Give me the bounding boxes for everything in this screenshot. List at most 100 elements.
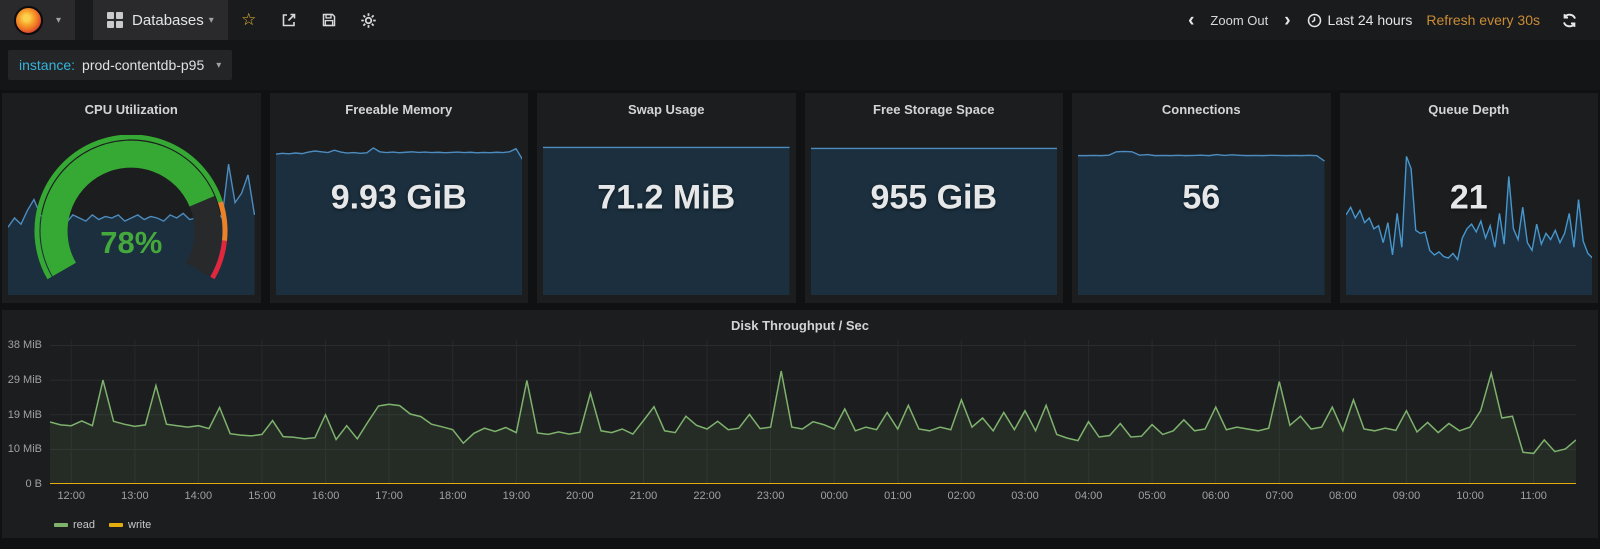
stat-value: 955 GiB: [805, 179, 1064, 218]
grafana-logo-icon: [14, 6, 43, 35]
gear-icon: [360, 12, 377, 29]
panel-freeable-memory: Freeable Memory 9.93 GiB: [270, 93, 529, 303]
save-icon: [321, 12, 337, 28]
refresh-interval-picker[interactable]: Refresh every 30s: [1426, 12, 1540, 28]
instance-variable-value: prod-contentdb-p95: [82, 57, 204, 73]
sparkline: [543, 141, 790, 295]
panel-title[interactable]: Freeable Memory: [270, 93, 529, 119]
x-tick-label: 06:00: [1202, 490, 1230, 502]
chevron-down-icon: ▾: [56, 15, 61, 26]
panel-title[interactable]: Queue Depth: [1340, 93, 1599, 119]
legend-color-write: [109, 523, 123, 527]
top-navbar: ▾ Databases ▾ ☆ ‹ Z: [0, 0, 1600, 40]
panel-free-storage-space: Free Storage Space 955 GiB: [805, 93, 1064, 303]
x-tick-label: 09:00: [1393, 490, 1421, 502]
clock-icon: [1307, 13, 1322, 28]
stat-value: 71.2 MiB: [537, 179, 796, 218]
x-tick-label: 19:00: [503, 490, 531, 502]
instance-variable-label: instance:: [19, 57, 75, 73]
y-tick-label: 0 B: [25, 478, 42, 490]
time-shift-forward-button[interactable]: ›: [1282, 11, 1292, 30]
share-dashboard-button[interactable]: [274, 6, 304, 34]
time-range-label: Last 24 hours: [1328, 12, 1413, 28]
chevron-down-icon: ▾: [216, 60, 221, 71]
zoom-out-button[interactable]: Zoom Out: [1210, 13, 1268, 28]
dashboard-settings-button[interactable]: [354, 6, 384, 34]
panel-title[interactable]: Disk Throughput / Sec: [2, 318, 1598, 333]
stats-row: CPU Utilization 78% Freeable Memory 9.93…: [0, 90, 1600, 303]
panel-title[interactable]: Free Storage Space: [805, 93, 1064, 119]
x-tick-label: 01:00: [884, 490, 912, 502]
sparkline: [1078, 141, 1325, 295]
y-axis: 0 B10 MiB19 MiB29 MiB38 MiB: [2, 340, 46, 484]
gauge-arc: [18, 135, 244, 303]
x-tick-label: 14:00: [185, 490, 213, 502]
x-tick-label: 04:00: [1075, 490, 1103, 502]
star-dashboard-button[interactable]: ☆: [234, 6, 264, 34]
time-range-picker[interactable]: Last 24 hours: [1307, 12, 1413, 28]
x-tick-label: 16:00: [312, 490, 340, 502]
save-dashboard-button[interactable]: [314, 6, 344, 34]
legend-label: read: [73, 519, 95, 531]
y-tick-label: 10 MiB: [8, 443, 42, 455]
x-tick-label: 12:00: [57, 490, 85, 502]
grafana-menu-button[interactable]: ▾: [0, 0, 75, 40]
x-tick-label: 18:00: [439, 490, 467, 502]
instance-variable-dropdown[interactable]: instance: prod-contentdb-p95 ▾: [8, 50, 232, 80]
graph-legend: read write: [54, 519, 151, 531]
sparkline: [811, 141, 1058, 295]
dashboard-title: Databases: [132, 12, 204, 29]
stat-value: 9.93 GiB: [270, 179, 529, 218]
sparkline: [1346, 141, 1593, 295]
x-tick-label: 07:00: [1266, 490, 1294, 502]
graph-plot-area[interactable]: [50, 340, 1576, 484]
x-tick-label: 20:00: [566, 490, 594, 502]
x-tick-label: 08:00: [1329, 490, 1357, 502]
legend-color-read: [54, 523, 68, 527]
panel-title[interactable]: Connections: [1072, 93, 1331, 119]
y-tick-label: 19 MiB: [8, 409, 42, 421]
sparkline: [276, 141, 523, 295]
panel-title[interactable]: Swap Usage: [537, 93, 796, 119]
panel-queue-depth: Queue Depth 21: [1340, 93, 1599, 303]
legend-item-write[interactable]: write: [109, 519, 151, 531]
navbar-actions: ☆: [228, 0, 384, 40]
share-icon: [281, 12, 297, 28]
x-tick-label: 23:00: [757, 490, 785, 502]
gauge-value: 78%: [2, 225, 261, 261]
dashboard-picker[interactable]: Databases ▾: [93, 0, 228, 40]
throughput-chart: [50, 340, 1576, 484]
legend-item-read[interactable]: read: [54, 519, 95, 531]
chevron-down-icon: ▾: [209, 15, 214, 26]
x-tick-label: 15:00: [248, 490, 276, 502]
refresh-button[interactable]: [1554, 6, 1584, 34]
x-tick-label: 02:00: [948, 490, 976, 502]
cpu-gauge: [18, 135, 244, 303]
panel-cpu-utilization: CPU Utilization 78%: [2, 93, 261, 303]
stat-value: 21: [1340, 179, 1599, 218]
navbar-timepicker-group: ‹ Zoom Out › Last 24 hours Refresh every…: [1186, 0, 1600, 40]
x-tick-label: 13:00: [121, 490, 149, 502]
x-tick-label: 11:00: [1520, 490, 1547, 502]
submenu-row: instance: prod-contentdb-p95 ▾: [0, 40, 1600, 90]
refresh-icon: [1561, 12, 1578, 29]
stat-value: 56: [1072, 179, 1331, 218]
y-tick-label: 38 MiB: [8, 339, 42, 351]
legend-label: write: [128, 519, 151, 531]
star-icon: ☆: [241, 10, 256, 30]
panel-connections: Connections 56: [1072, 93, 1331, 303]
dashboard-grid-icon: [107, 12, 123, 28]
x-tick-label: 22:00: [693, 490, 721, 502]
x-tick-label: 21:00: [630, 490, 658, 502]
x-tick-label: 10:00: [1456, 490, 1484, 502]
navbar-spacer: [75, 0, 93, 40]
y-tick-label: 29 MiB: [8, 374, 42, 386]
time-shift-back-button[interactable]: ‹: [1186, 11, 1196, 30]
x-axis: 12:00 13:00 14:00 15:00 16:00 17:00 18:00 19:00…: [50, 490, 1576, 504]
panel-disk-throughput: Disk Throughput / Sec 0 B 10 MiB 19 MiB 29 …: [2, 310, 1598, 538]
x-tick-label: 05:00: [1138, 490, 1166, 502]
x-tick-label: 17:00: [375, 490, 403, 502]
panel-title[interactable]: CPU Utilization: [2, 93, 261, 119]
panel-swap-usage: Swap Usage 71.2 MiB: [537, 93, 796, 303]
x-tick-label: 03:00: [1011, 490, 1039, 502]
